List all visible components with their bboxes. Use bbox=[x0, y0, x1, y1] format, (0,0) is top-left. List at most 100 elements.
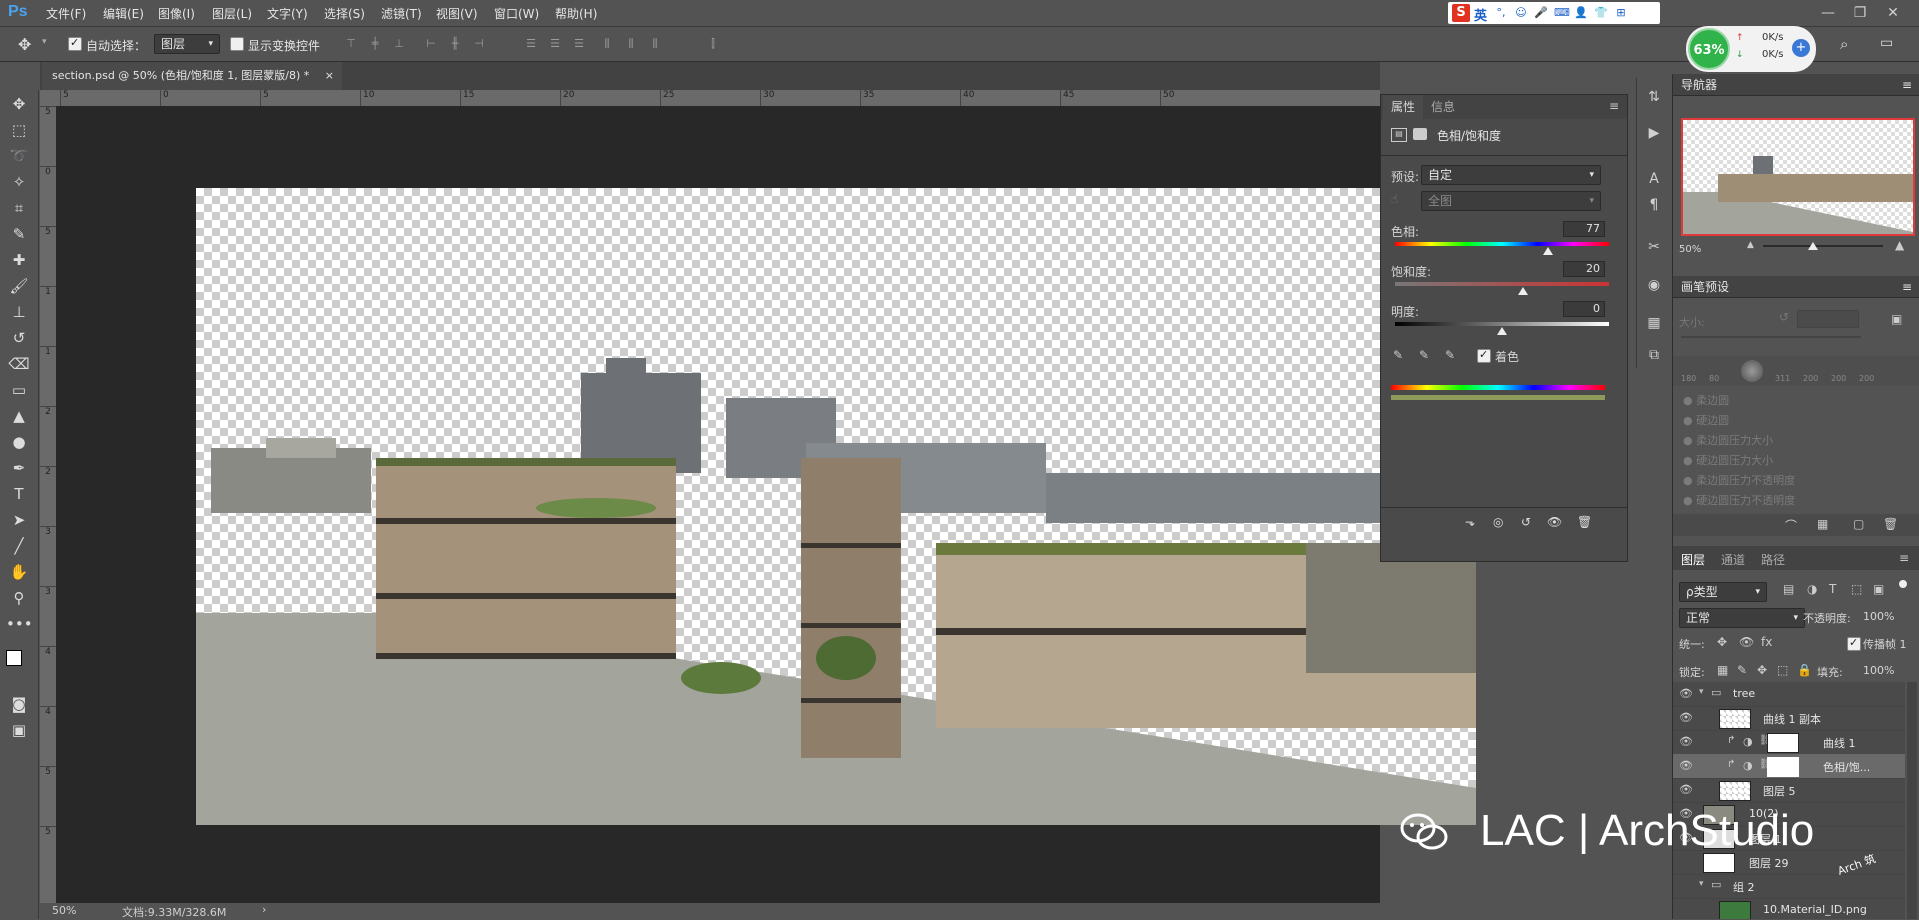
eyedropper-icon[interactable]: ✎ bbox=[1393, 348, 1403, 362]
eye-icon[interactable]: 👁 bbox=[1679, 687, 1693, 701]
move-tool-icon[interactable]: ✥ bbox=[18, 35, 31, 54]
layer-row[interactable]: 👁 曲线 1 副本 bbox=[1673, 706, 1905, 731]
workspace-icon[interactable]: ▭ bbox=[1880, 35, 1893, 51]
brush-size-input[interactable] bbox=[1797, 310, 1859, 328]
distribute-bottom-icon[interactable]: ☰ bbox=[572, 37, 586, 51]
layer-name[interactable]: 图层 5 bbox=[1763, 783, 1796, 799]
filter-pixel-icon[interactable]: ▤ bbox=[1783, 582, 1794, 596]
menu-file[interactable]: 文件(F) bbox=[46, 5, 86, 22]
layers-scrollbar[interactable] bbox=[1907, 682, 1917, 919]
tab-layers[interactable]: 图层 bbox=[1681, 551, 1705, 568]
auto-select-checkbox[interactable] bbox=[68, 36, 82, 51]
eye-icon[interactable] bbox=[1679, 903, 1693, 917]
brush-size-slider[interactable] bbox=[1681, 336, 1861, 338]
gradient-tool-icon[interactable]: ▭ bbox=[6, 378, 32, 402]
auto-align-icon[interactable]: ⫿ bbox=[706, 37, 720, 51]
zoom-in-icon[interactable]: ▲ bbox=[1895, 238, 1904, 252]
blend-mode-dropdown[interactable]: 正常 ▾ bbox=[1679, 608, 1805, 628]
show-transform-checkbox[interactable] bbox=[230, 37, 244, 51]
minimize-icon[interactable]: — bbox=[1815, 3, 1841, 23]
boost-icon[interactable]: + bbox=[1792, 39, 1810, 57]
more-tools-icon[interactable]: ••• bbox=[6, 612, 33, 636]
layer-name[interactable]: 曲线 1 bbox=[1823, 735, 1856, 751]
layer-row-selected[interactable]: 👁 ↱ ◑ ⛓ 色相/饱... bbox=[1673, 754, 1905, 779]
saturation-input[interactable]: 20 bbox=[1563, 261, 1605, 277]
brush-preset-item[interactable]: ● 柔边圆 bbox=[1683, 392, 1729, 408]
document-tab[interactable]: section.psd @ 50% (色相/饱和度 1, 图层蒙版/8) * × bbox=[42, 62, 342, 90]
visibility-icon[interactable]: 👁 bbox=[1547, 515, 1562, 529]
swatches-icon[interactable]: ▦ bbox=[1643, 312, 1665, 334]
distribute-left-icon[interactable]: ⫼ bbox=[600, 37, 614, 51]
keyboard-icon[interactable]: ⌨ bbox=[1554, 6, 1570, 20]
close-icon[interactable]: ✕ bbox=[1880, 3, 1906, 23]
saturation-track[interactable] bbox=[1395, 282, 1609, 286]
view-previous-icon[interactable]: ◎ bbox=[1493, 515, 1503, 529]
hand-tool-icon[interactable]: ✋ bbox=[6, 560, 32, 584]
eyedropper-plus-icon[interactable]: ✎ bbox=[1419, 348, 1429, 362]
eye-icon[interactable]: 👁 bbox=[1679, 735, 1693, 749]
distribute-right-icon[interactable]: ⫼ bbox=[648, 37, 662, 51]
search-icon[interactable]: ⌕ bbox=[1840, 35, 1848, 53]
reset-icon[interactable]: ↺ bbox=[1521, 515, 1531, 529]
lock-position-icon[interactable]: ✥ bbox=[1757, 663, 1767, 677]
tab-properties[interactable]: 属性 bbox=[1383, 95, 1424, 119]
layer-filter-dropdown[interactable]: ρ类型 ▾ bbox=[1679, 582, 1767, 602]
menu-image[interactable]: 图像(I) bbox=[158, 5, 195, 22]
zoom-out-icon[interactable]: ▲ bbox=[1747, 240, 1754, 250]
layer-name[interactable]: 曲线 1 副本 bbox=[1763, 711, 1821, 727]
lock-transparency-icon[interactable]: ▦ bbox=[1717, 663, 1728, 677]
unify-style-icon[interactable]: fx bbox=[1761, 635, 1772, 649]
move-tool-icon[interactable]: ✥ bbox=[6, 92, 32, 116]
hue-slider-thumb[interactable] bbox=[1542, 247, 1553, 255]
distribute-top-icon[interactable]: ☰ bbox=[524, 37, 538, 51]
eye-icon[interactable] bbox=[1679, 879, 1693, 893]
filter-shape-icon[interactable]: ⬚ bbox=[1851, 582, 1862, 596]
brush-preset-item[interactable]: ● 硬边圆压力不透明度 bbox=[1683, 492, 1795, 508]
brush-toggle-icon[interactable]: ⌒ bbox=[1785, 517, 1797, 534]
unify-position-icon[interactable]: ✥ bbox=[1717, 635, 1727, 649]
panel-menu-icon[interactable]: ≡ bbox=[1899, 551, 1909, 565]
zoom-tool-icon[interactable]: ⚲ bbox=[6, 586, 32, 610]
layer-name[interactable]: 色相/饱... bbox=[1823, 759, 1870, 775]
align-hcenter-icon[interactable]: ╫ bbox=[448, 37, 462, 51]
character-icon[interactable]: A bbox=[1643, 168, 1665, 190]
align-right-icon[interactable]: ⊣ bbox=[472, 37, 486, 51]
eraser-icon[interactable]: ⌫ bbox=[6, 352, 32, 376]
chevron-down-icon[interactable]: ▾ bbox=[1699, 687, 1704, 697]
brush-preset-item[interactable]: ● 硬边圆 bbox=[1683, 412, 1729, 428]
align-bottom-icon[interactable]: ⊥ bbox=[392, 37, 406, 51]
filter-type-icon[interactable]: T bbox=[1829, 582, 1836, 596]
brush-preset-item[interactable]: ● 柔边圆压力大小 bbox=[1683, 432, 1773, 448]
menu-edit[interactable]: 编辑(E) bbox=[103, 5, 144, 22]
clone-stamp-icon[interactable]: ⊥ bbox=[6, 300, 32, 324]
brush-grid-icon[interactable]: ▦ bbox=[1817, 517, 1828, 531]
navigator-zoom[interactable]: 50% bbox=[1679, 244, 1701, 255]
healing-brush-icon[interactable]: ✚ bbox=[6, 248, 32, 272]
tool-presets-icon[interactable]: ✂ bbox=[1643, 236, 1665, 258]
navigator-zoom-track[interactable] bbox=[1763, 245, 1883, 247]
emoji-icon[interactable]: ☺ bbox=[1514, 6, 1528, 20]
eye-icon[interactable] bbox=[1679, 855, 1693, 869]
layer-name[interactable]: 组 2 bbox=[1733, 879, 1755, 895]
fill-value[interactable]: 100% bbox=[1863, 664, 1894, 677]
panel-menu-icon[interactable]: ≡ bbox=[1902, 74, 1912, 96]
ime-language[interactable]: 英 bbox=[1474, 5, 1487, 24]
channel-dropdown[interactable]: 全图 ▾ bbox=[1421, 191, 1601, 211]
hue-input[interactable]: 77 bbox=[1563, 221, 1605, 237]
brush-tool-icon[interactable]: 🖌 bbox=[6, 274, 32, 298]
panel-menu-icon[interactable]: ≡ bbox=[1902, 276, 1912, 298]
dodge-tool-icon[interactable]: ● bbox=[6, 430, 32, 454]
reset-icon[interactable]: ↺ bbox=[1779, 310, 1789, 324]
opacity-value[interactable]: 100% bbox=[1863, 610, 1894, 623]
lightness-slider-thumb[interactable] bbox=[1497, 327, 1507, 335]
align-top-icon[interactable]: ⊤ bbox=[344, 37, 358, 51]
brush-preset-item[interactable]: ● 硬边圆压力大小 bbox=[1683, 452, 1773, 468]
lasso-tool-icon[interactable]: ➰ bbox=[6, 144, 32, 168]
navigator-header[interactable]: 导航器 ≡ bbox=[1673, 74, 1919, 96]
libraries-icon[interactable]: ◉ bbox=[1643, 274, 1665, 296]
menu-filter[interactable]: 滤镜(T) bbox=[381, 5, 422, 22]
on-image-adjust-icon[interactable]: ☝ bbox=[1391, 192, 1398, 206]
lock-all-icon[interactable]: 🔒 bbox=[1797, 663, 1812, 677]
zoom-level[interactable]: 50% bbox=[52, 904, 76, 917]
distribute-hcenter-icon[interactable]: ⫼ bbox=[624, 37, 638, 51]
